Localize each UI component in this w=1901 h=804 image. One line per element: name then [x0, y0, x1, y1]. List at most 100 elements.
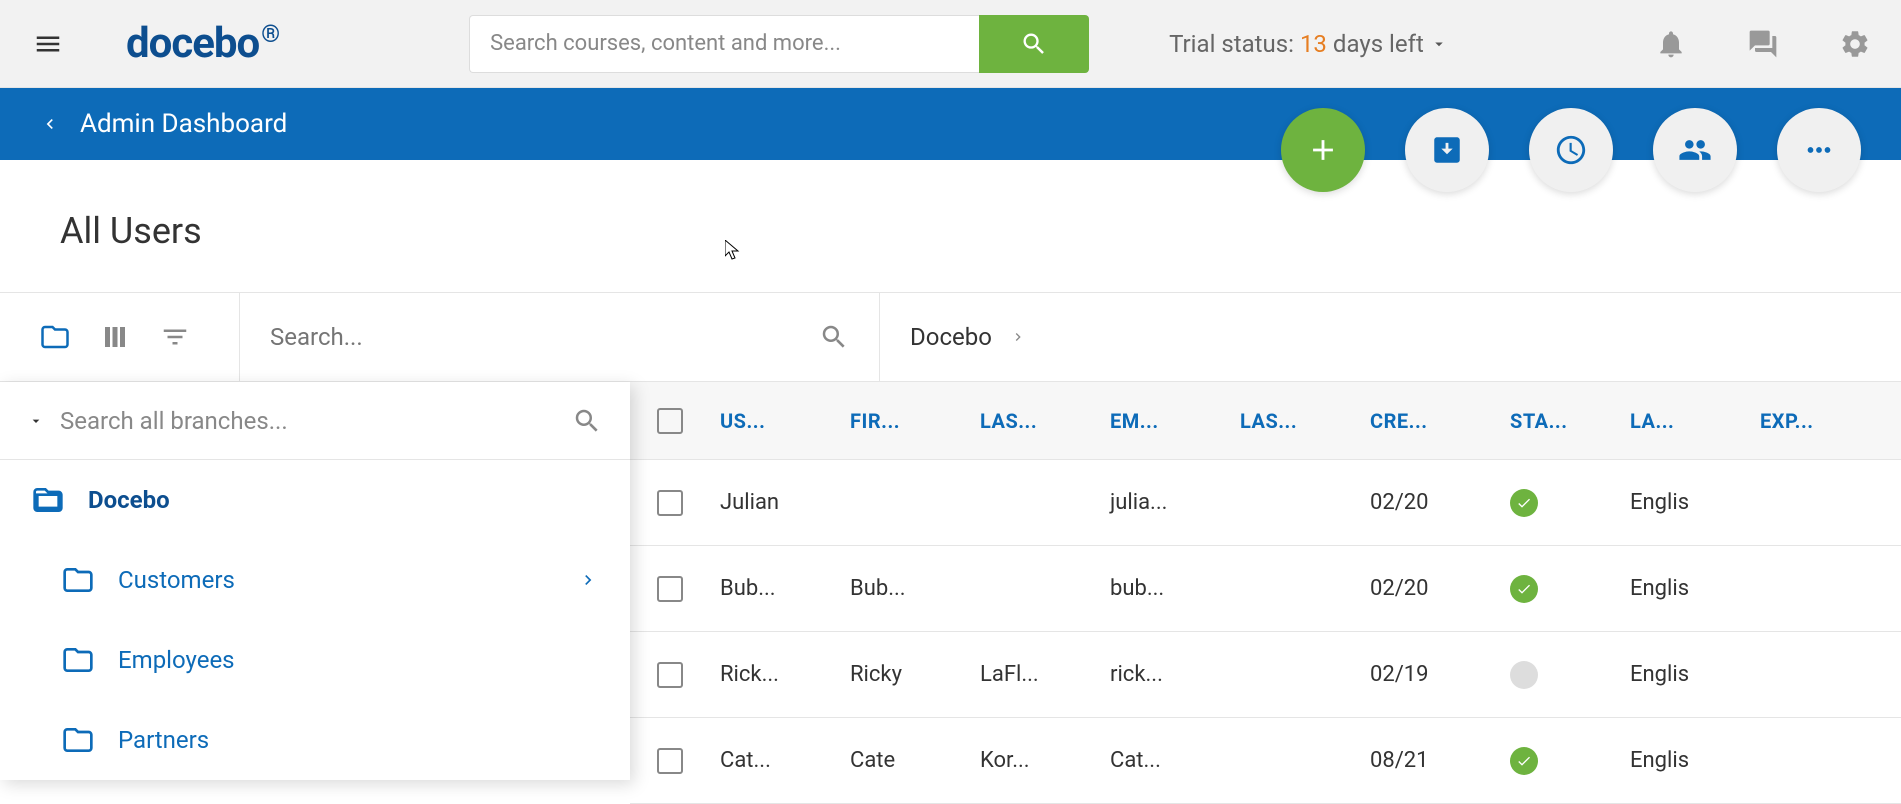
check-icon — [1516, 581, 1532, 597]
cell-firstname: Ricky — [840, 662, 970, 687]
check-icon — [1516, 753, 1532, 769]
view-mode-group — [0, 293, 240, 381]
columns-view-button[interactable] — [100, 322, 130, 352]
branch-child-label: Customers — [118, 566, 554, 594]
trial-suffix: days left — [1333, 30, 1424, 58]
branch-root-item[interactable]: Docebo — [0, 460, 630, 540]
cell-language: Englis — [1620, 662, 1750, 687]
branch-search-input[interactable] — [60, 407, 556, 435]
toolbar-row: Docebo — [0, 292, 1901, 382]
groups-button[interactable] — [1653, 108, 1737, 192]
cell-email: Cat... — [1100, 748, 1230, 773]
cell-username: Cat... — [710, 748, 840, 773]
table-row[interactable]: Julianjulia...02/20Englis — [630, 460, 1901, 546]
columns-icon — [100, 322, 130, 352]
cell-status — [1490, 575, 1620, 603]
cell-created: 02/20 — [1360, 490, 1490, 515]
users-search-input[interactable] — [270, 323, 819, 351]
branch-child-item[interactable]: Customers — [0, 540, 630, 620]
trial-prefix: Trial status: — [1169, 30, 1294, 58]
history-button[interactable] — [1529, 108, 1613, 192]
row-checkbox[interactable] — [657, 662, 683, 688]
status-indicator — [1510, 575, 1538, 603]
cell-firstname: Cate — [840, 748, 970, 773]
cell-language: Englis — [1620, 748, 1750, 773]
col-email[interactable]: EM... — [1100, 409, 1230, 433]
col-language[interactable]: LA... — [1620, 409, 1750, 433]
tree-view-button[interactable] — [40, 322, 70, 352]
cell-email: bub... — [1100, 576, 1230, 601]
folder-icon — [62, 644, 94, 676]
cell-status — [1490, 489, 1620, 517]
hamburger-menu-button[interactable] — [30, 26, 66, 62]
row-checkbox-cell — [630, 576, 710, 602]
select-all-checkbox[interactable] — [657, 408, 683, 434]
filter-button[interactable] — [160, 322, 190, 352]
action-buttons-row — [1281, 108, 1861, 192]
branch-child-item[interactable]: Employees — [0, 620, 630, 700]
more-actions-button[interactable] — [1777, 108, 1861, 192]
cell-language: Englis — [1620, 576, 1750, 601]
col-lastaccess[interactable]: LAS... — [1230, 409, 1360, 433]
caret-down-icon — [1430, 35, 1448, 53]
chat-icon[interactable] — [1747, 28, 1779, 60]
check-icon — [1516, 495, 1532, 511]
add-button[interactable] — [1281, 108, 1365, 192]
table-header-row: US... FIR... LAS... EM... LAS... CRE... … — [630, 382, 1901, 460]
row-checkbox[interactable] — [657, 748, 683, 774]
row-checkbox[interactable] — [657, 576, 683, 602]
back-to-admin-dashboard[interactable]: Admin Dashboard — [40, 109, 287, 139]
trial-days: 13 — [1300, 30, 1327, 58]
cell-firstname: Bub... — [840, 576, 970, 601]
global-search-input[interactable] — [469, 15, 979, 73]
gear-icon[interactable] — [1839, 28, 1871, 60]
chevron-right-icon — [1010, 329, 1026, 345]
col-username[interactable]: US... — [710, 409, 840, 433]
global-search — [469, 15, 1089, 73]
search-icon[interactable] — [819, 322, 849, 352]
people-icon — [1678, 133, 1712, 167]
folder-open-icon — [32, 484, 64, 516]
clock-icon — [1554, 133, 1588, 167]
row-checkbox-cell — [630, 490, 710, 516]
branch-child-item[interactable]: Partners — [0, 700, 630, 780]
logo-trademark: ® — [261, 20, 279, 48]
status-indicator — [1510, 661, 1538, 689]
search-icon[interactable] — [572, 406, 602, 436]
branch-breadcrumb[interactable]: Docebo — [880, 293, 1026, 381]
breadcrumb-root: Docebo — [910, 323, 992, 351]
main-area: Docebo Customers Employees Partners US... … — [0, 382, 1901, 804]
folder-icon — [62, 564, 94, 596]
hamburger-icon — [33, 29, 63, 59]
header-icons — [1655, 28, 1871, 60]
col-firstname[interactable]: FIR... — [840, 409, 970, 433]
import-icon — [1430, 133, 1464, 167]
col-created[interactable]: CRE... — [1360, 409, 1490, 433]
col-expiration[interactable]: EXP... — [1750, 409, 1880, 433]
caret-down-icon[interactable] — [28, 413, 44, 429]
cell-status — [1490, 661, 1620, 689]
import-button[interactable] — [1405, 108, 1489, 192]
search-icon — [1020, 30, 1048, 58]
cell-lastname: LaFl... — [970, 662, 1100, 687]
trial-status[interactable]: Trial status: 13 days left — [1169, 30, 1448, 58]
plus-icon — [1306, 133, 1340, 167]
bell-icon[interactable] — [1655, 28, 1687, 60]
logo[interactable]: docebo® — [126, 19, 279, 68]
branch-child-label: Employees — [118, 646, 598, 674]
table-row[interactable]: Bub...Bub...bub...02/20Englis — [630, 546, 1901, 632]
branch-search-row — [0, 382, 630, 460]
select-all-cell — [630, 408, 710, 434]
table-row[interactable]: Rick...RickyLaFl...rick...02/19Englis — [630, 632, 1901, 718]
more-horizontal-icon — [1802, 133, 1836, 167]
row-checkbox[interactable] — [657, 490, 683, 516]
col-status[interactable]: STA... — [1490, 409, 1620, 433]
cell-created: 08/21 — [1360, 748, 1490, 773]
col-lastname[interactable]: LAS... — [970, 409, 1100, 433]
branch-child-label: Partners — [118, 726, 598, 754]
top-header: docebo® Trial status: 13 days left — [0, 0, 1901, 88]
cell-created: 02/20 — [1360, 576, 1490, 601]
branch-root-label: Docebo — [88, 486, 598, 514]
table-row[interactable]: Cat...CateKor...Cat...08/21Englis — [630, 718, 1901, 804]
global-search-button[interactable] — [979, 15, 1089, 73]
